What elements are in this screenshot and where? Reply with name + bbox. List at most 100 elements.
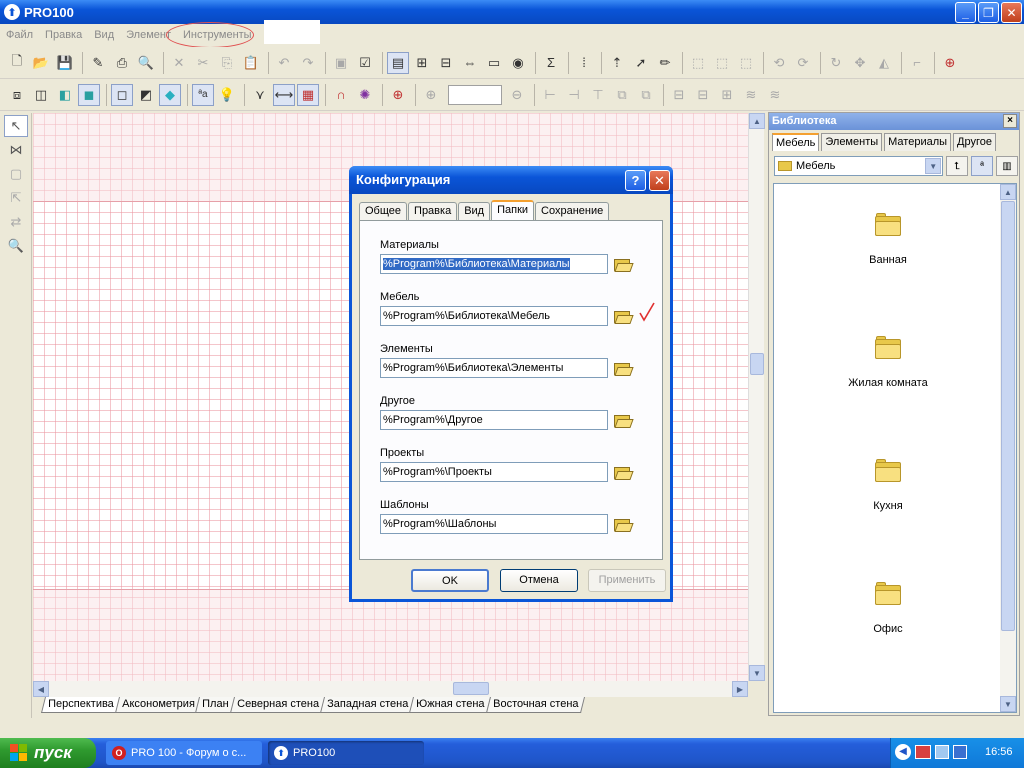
library-close-button[interactable]: × <box>1003 114 1017 128</box>
checklist-icon[interactable]: ☑ <box>354 52 376 74</box>
horizontal-scroll-thumb[interactable] <box>453 682 489 695</box>
paste-icon[interactable]: 📋 <box>240 52 262 74</box>
scroll-up-icon[interactable]: ▲ <box>749 113 765 129</box>
library-tab-other[interactable]: Другое <box>953 133 996 151</box>
corner-icon[interactable]: ⌐ <box>906 52 928 74</box>
scroll-left-icon[interactable]: ◀ <box>33 681 49 697</box>
cube-half-icon[interactable]: ◩ <box>135 84 157 106</box>
tab-folders[interactable]: Папки <box>491 200 535 221</box>
pointer-icon[interactable]: ➚ <box>630 52 652 74</box>
target-icon[interactable]: ⊕ <box>939 52 961 74</box>
align-top-icon[interactable]: ⊤ <box>587 84 609 106</box>
rotate-icon[interactable]: ⟲ <box>768 52 790 74</box>
rotate2-icon[interactable]: ⟳ <box>792 52 814 74</box>
copy-icon[interactable]: ⎘ <box>216 52 238 74</box>
tab-view[interactable]: Вид <box>458 202 491 221</box>
library-scroll-thumb[interactable] <box>1001 201 1015 631</box>
scroll-down-icon[interactable]: ▼ <box>749 665 765 681</box>
distribute2-icon[interactable]: ⊟ <box>692 84 714 106</box>
browse-folder-icon[interactable] <box>613 308 634 326</box>
folder-up-icon[interactable]: ⮤ <box>946 156 969 176</box>
browse-folder-icon[interactable] <box>613 516 634 534</box>
save-icon[interactable]: 💾 <box>54 52 76 74</box>
scroll-down-icon[interactable]: ▼ <box>1000 696 1016 712</box>
tray-app-icon[interactable] <box>953 745 967 759</box>
library-tab-elements[interactable]: Элементы <box>821 133 883 151</box>
grid-icon[interactable]: ▦ <box>297 83 319 106</box>
clock[interactable]: 16:56 <box>985 746 1013 758</box>
view-zoom-icon[interactable]: ⊞ <box>411 52 433 74</box>
library-tab-materials[interactable]: Материалы <box>884 133 952 151</box>
elements-path-field[interactable]: %Program%\Библиотека\Элементы <box>380 358 608 378</box>
list-item[interactable]: Кухня <box>774 459 1002 512</box>
projects-path-field[interactable]: %Program%\Проекты <box>380 462 608 482</box>
insert-icon[interactable]: ⋈ <box>4 139 28 161</box>
properties-icon[interactable]: ✎ <box>87 52 109 74</box>
open-folder-icon[interactable]: 📂 <box>30 52 52 74</box>
sum-icon[interactable]: Σ <box>540 52 562 74</box>
tab-saving[interactable]: Сохранение <box>535 202 610 221</box>
cube-solid-icon[interactable]: ◆ <box>159 83 181 106</box>
group-icon[interactable]: ▣ <box>330 52 352 74</box>
list-item[interactable]: Ванная <box>774 213 1002 266</box>
cube-outline-icon[interactable]: ◻ <box>111 83 133 106</box>
align-box-icon[interactable]: ⬚ <box>687 52 709 74</box>
taskbar-item-browser[interactable]: O PRO 100 - Форум о с... <box>106 741 262 765</box>
snap-icon[interactable]: ⋎ <box>249 84 271 106</box>
tab-edit[interactable]: Правка <box>408 202 458 221</box>
menu-file[interactable]: Файл <box>6 29 33 41</box>
spread-icon[interactable]: ≋ <box>740 84 762 106</box>
tab-south-wall[interactable]: Южная стена <box>409 697 492 713</box>
furniture-path-field[interactable]: %Program%\Библиотека\Мебель <box>380 306 608 326</box>
browse-folder-icon[interactable] <box>613 256 634 274</box>
library-vertical-scrollbar[interactable]: ▲ ▼ <box>1000 184 1016 712</box>
tab-west-wall[interactable]: Западная стена <box>319 697 416 713</box>
swap-tool-icon[interactable]: ⇄ <box>4 211 28 233</box>
zoom-out-icon[interactable]: ⊖ <box>506 84 528 106</box>
tab-north-wall[interactable]: Северная стена <box>230 697 326 713</box>
new-file-icon[interactable]: 🗋 <box>6 52 28 74</box>
select-arrow-icon[interactable]: ↖ <box>4 115 28 137</box>
text-label-icon[interactable]: ªa <box>192 83 214 106</box>
center-target-icon[interactable]: ⊕ <box>387 84 409 106</box>
templates-path-field[interactable]: %Program%\Шаблоны <box>380 514 608 534</box>
apply-button[interactable]: Применить <box>588 569 666 592</box>
dialog-help-button[interactable]: ? <box>625 170 646 191</box>
dimension-lines-icon[interactable]: ⟷ <box>273 83 295 106</box>
menu-element[interactable]: Элемент <box>126 29 171 41</box>
taskbar-item-pro100[interactable]: ⬆ PRO100 <box>268 741 424 765</box>
menu-view[interactable]: Вид <box>94 29 114 41</box>
tab-east-wall[interactable]: Восточная стена <box>485 697 585 713</box>
redo-icon[interactable]: ↷ <box>297 52 319 74</box>
distribute-icon[interactable]: ⊟ <box>668 84 690 106</box>
render-icon[interactable]: ◉ <box>507 52 529 74</box>
library-folder-list[interactable]: Ванная Жилая комната Кухня Офис ▲ ▼ <box>773 183 1017 713</box>
zoom-tool-icon[interactable]: 🔍 <box>4 235 28 257</box>
start-button[interactable]: пуск <box>0 738 96 768</box>
select-area-icon[interactable]: ⁞ <box>573 52 595 74</box>
cube-icon[interactable]: ◫ <box>30 84 52 106</box>
tray-monitor-icon[interactable] <box>935 745 949 759</box>
tab-general[interactable]: Общее <box>359 202 408 221</box>
undo-icon[interactable]: ↶ <box>273 52 295 74</box>
box-tool-icon[interactable]: ▢ <box>4 163 28 185</box>
cube-textured-icon[interactable]: ◼ <box>78 83 100 106</box>
pencil-icon[interactable]: ✏ <box>654 52 676 74</box>
dimension-icon[interactable]: ⇔ <box>459 52 481 74</box>
delete-icon[interactable]: ✕ <box>168 52 190 74</box>
align-center-icon[interactable]: ⊣ <box>563 84 585 106</box>
distribute3-icon[interactable]: ⊞ <box>716 84 738 106</box>
maximize-button[interactable]: ❐ <box>978 2 999 23</box>
dialog-close-button[interactable]: ✕ <box>649 170 670 191</box>
list-item[interactable]: Офис <box>774 582 1002 635</box>
zoom-in-icon[interactable]: ⊕ <box>420 84 442 106</box>
cut-icon[interactable]: ✂ <box>192 52 214 74</box>
tab-perspective[interactable]: Перспектива <box>41 697 121 713</box>
materials-path-field[interactable]: %Program%\Библиотека\Материалы <box>380 254 608 274</box>
scroll-right-icon[interactable]: ▶ <box>732 681 748 697</box>
ok-button[interactable]: OK <box>411 569 489 592</box>
print-icon[interactable]: ⎙ <box>111 52 133 74</box>
menu-edit[interactable]: Правка <box>45 29 82 41</box>
print-preview-icon[interactable]: 🔍 <box>135 52 157 74</box>
list-item[interactable]: Жилая комната <box>774 336 1002 389</box>
